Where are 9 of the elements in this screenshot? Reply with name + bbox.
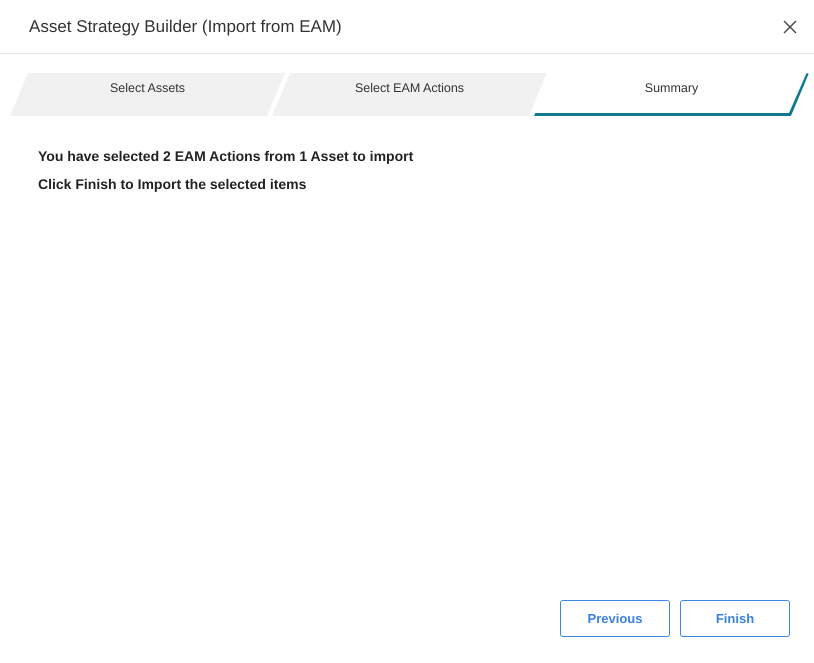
summary-text: Click Finish to Import the selected items bbox=[38, 175, 308, 194]
wizard-step-tab[interactable]: Summary bbox=[534, 73, 809, 116]
wizard-step-tab[interactable]: Select EAM Actions bbox=[272, 73, 547, 116]
previous-button[interactable]: Previous bbox=[560, 600, 670, 637]
summary-text: You have selected 2 EAM Actions from 1 Asset to import bbox=[38, 147, 414, 166]
close-icon[interactable] bbox=[782, 18, 798, 34]
finish-button[interactable]: Finish bbox=[680, 600, 790, 637]
wizard-step-tab[interactable]: Select Assets bbox=[10, 73, 285, 116]
dialog-title: Asset Strategy Builder (Import from EAM) bbox=[29, 16, 342, 38]
